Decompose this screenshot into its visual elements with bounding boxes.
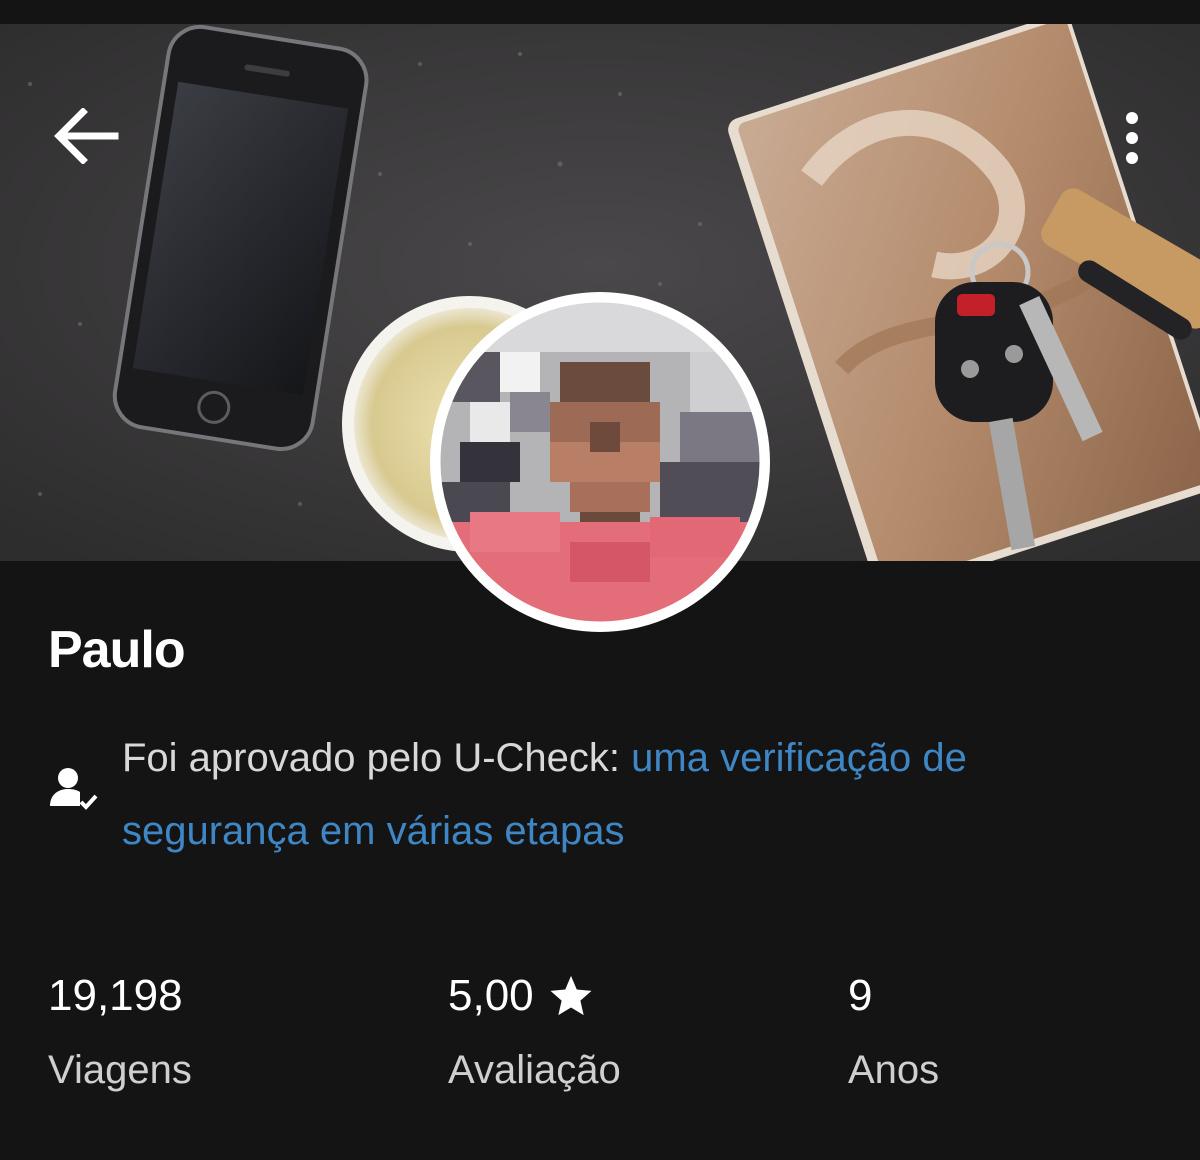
- driver-name: Paulo: [48, 621, 186, 679]
- stat-rating-value-row: 5,00: [448, 964, 778, 1028]
- back-button[interactable]: [44, 94, 128, 178]
- status-bar: [0, 0, 1200, 24]
- stat-trips: 19,198 Viagens: [48, 964, 378, 1100]
- more-vertical-icon: [1126, 112, 1138, 164]
- verification-label: Foi aprovado pelo U-Check:: [122, 736, 632, 780]
- star-icon: [550, 975, 592, 1016]
- stat-rating-label: Avaliação: [448, 1048, 621, 1092]
- stat-years-label: Anos: [848, 1048, 940, 1092]
- stat-rating: 5,00 Avaliação: [448, 964, 778, 1100]
- verification-row: Foi aprovado pelo U-Check: uma verificaç…: [48, 722, 1158, 862]
- more-options-button[interactable]: [1106, 98, 1158, 178]
- stat-years-value: 9: [848, 971, 873, 1020]
- stat-years: 9 Anos: [848, 964, 1178, 1100]
- arrow-left-icon: [54, 108, 119, 164]
- person-check-icon: [50, 768, 98, 810]
- stat-trips-label: Viagens: [48, 1048, 192, 1092]
- stat-rating-value: 5,00: [448, 971, 534, 1020]
- driver-avatar: [430, 292, 770, 632]
- verification-text: Foi aprovado pelo U-Check: uma verificaç…: [122, 722, 1132, 868]
- stat-trips-value: 19,198: [48, 971, 183, 1020]
